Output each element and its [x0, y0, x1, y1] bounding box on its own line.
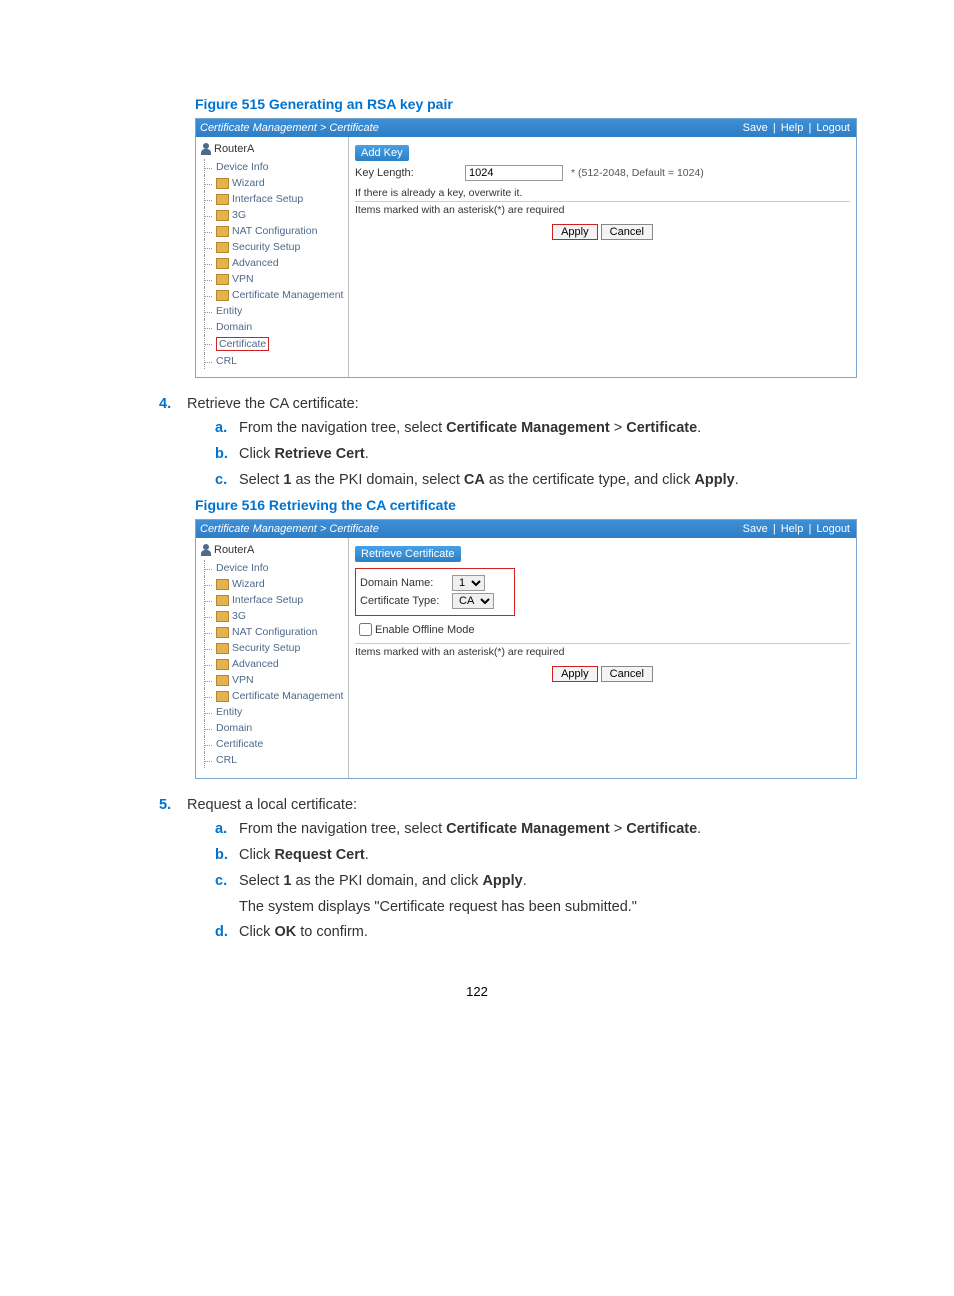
apply-button[interactable]: Apply [552, 224, 598, 240]
tree-cert-mgmt[interactable]: Certificate Management [198, 287, 346, 303]
breadcrumb: Certificate Management > Certificate [200, 122, 379, 134]
cancel-button[interactable]: Cancel [601, 666, 653, 682]
tree-entity[interactable]: Entity [198, 303, 346, 319]
figure-516-title: Figure 516 Retrieving the CA certificate [195, 497, 859, 513]
add-key-header: Add Key [355, 145, 409, 161]
tree-advanced[interactable]: Advanced [198, 255, 346, 271]
folder-icon [216, 579, 229, 590]
app-titlebar: Certificate Management > Certificate Sav… [196, 520, 856, 538]
tree-security-setup[interactable]: Security Setup [198, 239, 346, 255]
tree-entity[interactable]: Entity [198, 704, 346, 720]
main-panel: Add Key Key Length: * (512-2048, Default… [349, 137, 856, 377]
page-number: 122 [95, 984, 859, 999]
top-links: Save | Help | Logout [741, 523, 852, 535]
tree-device-info[interactable]: Device Info [198, 159, 346, 175]
figure-515-title: Figure 515 Generating an RSA key pair [195, 96, 859, 112]
overwrite-note: If there is already a key, overwrite it. [355, 185, 850, 202]
folder-icon [216, 659, 229, 670]
folder-icon [216, 178, 229, 189]
domain-name-label: Domain Name: [360, 577, 452, 589]
tree-domain[interactable]: Domain [198, 720, 346, 736]
save-link[interactable]: Save [743, 523, 768, 535]
step-4a: a. From the navigation tree, select Cert… [215, 418, 859, 440]
key-length-input[interactable] [465, 165, 563, 181]
cancel-button[interactable]: Cancel [601, 224, 653, 240]
step-4c: c. Select 1 as the PKI domain, select CA… [215, 470, 859, 492]
main-panel: Retrieve Certificate Domain Name: 1 Cert… [349, 538, 856, 778]
folder-icon [216, 611, 229, 622]
folder-icon [216, 194, 229, 205]
tree-root[interactable]: RouterA [200, 143, 346, 155]
folder-icon [216, 290, 229, 301]
tree-domain[interactable]: Domain [198, 319, 346, 335]
step-4: 4. Retrieve the CA certificate: [159, 396, 859, 412]
tree-nat-config[interactable]: NAT Configuration [198, 223, 346, 239]
user-icon [200, 143, 212, 155]
step-5c: c. Select 1 as the PKI domain, and click… [215, 871, 859, 893]
tree-3g[interactable]: 3G [198, 207, 346, 223]
folder-icon [216, 242, 229, 253]
required-note: Items marked with an asterisk(*) are req… [355, 202, 850, 218]
figure-516-frame: Certificate Management > Certificate Sav… [195, 519, 857, 779]
tree-wizard[interactable]: Wizard [198, 175, 346, 191]
enable-offline-label: Enable Offline Mode [375, 624, 474, 636]
folder-icon [216, 675, 229, 686]
required-note: Items marked with an asterisk(*) are req… [355, 643, 850, 660]
folder-icon [216, 691, 229, 702]
help-link[interactable]: Help [781, 523, 804, 535]
tree-wizard[interactable]: Wizard [198, 576, 346, 592]
apply-button[interactable]: Apply [552, 666, 598, 682]
tree-advanced[interactable]: Advanced [198, 656, 346, 672]
help-link[interactable]: Help [781, 122, 804, 134]
tree-certificate-highlight: Certificate [216, 337, 269, 351]
tree-certificate[interactable]: Certificate [198, 335, 346, 353]
tree-interface-setup[interactable]: Interface Setup [198, 592, 346, 608]
step-5: 5. Request a local certificate: [159, 797, 859, 813]
user-icon [200, 544, 212, 556]
tree-root[interactable]: RouterA [200, 544, 346, 556]
folder-icon [216, 210, 229, 221]
nav-tree: RouterA Device Info Wizard Interface Set… [196, 137, 349, 377]
step-5a: a. From the navigation tree, select Cert… [215, 819, 859, 841]
tree-certificate[interactable]: Certificate [198, 736, 346, 752]
tree-security-setup[interactable]: Security Setup [198, 640, 346, 656]
tree-interface-setup[interactable]: Interface Setup [198, 191, 346, 207]
folder-icon [216, 274, 229, 285]
key-length-hint: * (512-2048, Default = 1024) [571, 167, 704, 179]
tree-cert-mgmt[interactable]: Certificate Management [198, 688, 346, 704]
enable-offline-checkbox[interactable] [359, 623, 372, 636]
save-link[interactable]: Save [743, 122, 768, 134]
folder-icon [216, 627, 229, 638]
tree-vpn[interactable]: VPN [198, 271, 346, 287]
cert-type-select[interactable]: CA [452, 593, 494, 609]
figure-515-frame: Certificate Management > Certificate Sav… [195, 118, 857, 378]
folder-icon [216, 226, 229, 237]
logout-link[interactable]: Logout [816, 523, 850, 535]
nav-tree: RouterA Device Info Wizard Interface Set… [196, 538, 349, 778]
tree-crl[interactable]: CRL [198, 353, 346, 369]
step-5d: d. Click OK to confirm. [215, 922, 859, 944]
domain-name-select[interactable]: 1 [452, 575, 485, 591]
logout-link[interactable]: Logout [816, 122, 850, 134]
cert-type-label: Certificate Type: [360, 595, 452, 607]
tree-crl[interactable]: CRL [198, 752, 346, 768]
folder-icon [216, 258, 229, 269]
key-length-label: Key Length: [355, 167, 465, 179]
retrieve-cert-header: Retrieve Certificate [355, 546, 461, 562]
tree-3g[interactable]: 3G [198, 608, 346, 624]
tree-device-info[interactable]: Device Info [198, 560, 346, 576]
folder-icon [216, 595, 229, 606]
top-links: Save | Help | Logout [741, 122, 852, 134]
folder-icon [216, 643, 229, 654]
step-4b: b. Click Retrieve Cert. [215, 444, 859, 466]
breadcrumb: Certificate Management > Certificate [200, 523, 379, 535]
step-5b: b. Click Request Cert. [215, 845, 859, 867]
app-titlebar: Certificate Management > Certificate Sav… [196, 119, 856, 137]
tree-nat-config[interactable]: NAT Configuration [198, 624, 346, 640]
step-5c-followup: The system displays "Certificate request… [239, 897, 859, 919]
tree-vpn[interactable]: VPN [198, 672, 346, 688]
